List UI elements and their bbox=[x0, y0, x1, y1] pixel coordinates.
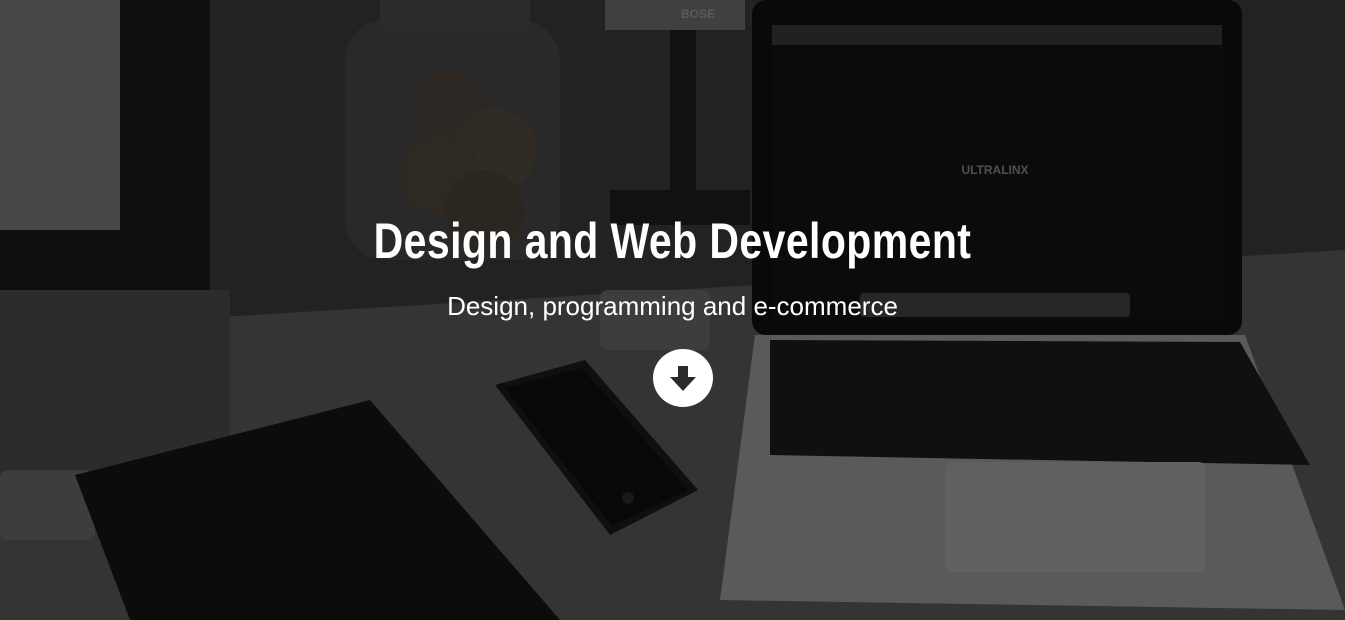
hero-section: BOSE ULTRALINX Design and Web Developmen… bbox=[0, 0, 1345, 620]
hero-content: Design and Web Development Design, progr… bbox=[0, 206, 1345, 322]
hero-subtitle: Design, programming and e-commerce bbox=[447, 291, 898, 321]
hero-title: Design and Web Development bbox=[373, 213, 972, 269]
scroll-down-button[interactable] bbox=[653, 349, 713, 407]
arrow-down-icon bbox=[670, 366, 696, 391]
